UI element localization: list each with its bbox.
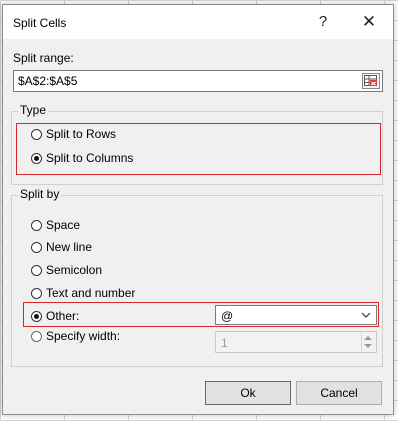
title-bar: Split Cells ? ✕ [3, 5, 393, 39]
text-and-number-option[interactable]: Text and number [31, 284, 135, 302]
new-line-radio[interactable] [31, 241, 42, 253]
other-delimiter-combo[interactable]: @ [215, 305, 377, 325]
semicolon-option[interactable]: Semicolon [31, 261, 102, 279]
ok-button[interactable]: Ok [205, 381, 291, 405]
specify-width-radio[interactable] [31, 330, 42, 342]
new-line-option[interactable]: New line [31, 238, 92, 256]
split-to-columns-label: Split to Columns [46, 151, 134, 165]
specify-width-label: Specify width: [46, 329, 121, 343]
new-line-label: New line [46, 240, 93, 254]
spin-down-icon[interactable] [364, 344, 372, 348]
other-radio[interactable] [31, 310, 42, 322]
split-to-rows-radio[interactable] [31, 128, 42, 140]
other-label: Other: [46, 309, 80, 323]
other-delimiter-value: @ [221, 309, 234, 323]
split-by-group-title: Split by [18, 187, 62, 201]
help-button[interactable]: ? [311, 11, 335, 33]
text-and-number-radio[interactable] [31, 287, 42, 299]
split-to-rows-label: Split to Rows [46, 127, 117, 141]
specify-width-option[interactable]: Specify width: [31, 327, 120, 345]
space-label: Space [46, 218, 81, 232]
chevron-down-icon[interactable] [361, 307, 371, 326]
specify-width-spinner[interactable]: 1 [215, 331, 377, 353]
split-to-rows-option[interactable]: Split to Rows [31, 125, 116, 143]
split-cells-dialog: Split Cells ? ✕ Split range: $A$2:$A$5 T… [2, 4, 394, 415]
specify-width-value: 1 [221, 336, 228, 350]
split-range-input[interactable]: $A$2:$A$5 [13, 70, 383, 92]
split-to-columns-radio[interactable] [31, 152, 42, 164]
dialog-title: Split Cells [13, 16, 67, 30]
spinner-buttons[interactable] [361, 332, 376, 352]
cancel-button[interactable]: Cancel [296, 381, 382, 405]
split-range-label: Split range: [13, 51, 74, 65]
spin-up-icon[interactable] [364, 336, 372, 340]
text-and-number-label: Text and number [46, 286, 136, 300]
semicolon-radio[interactable] [31, 264, 42, 276]
space-radio[interactable] [31, 219, 42, 231]
split-range-value: $A$2:$A$5 [18, 74, 78, 88]
other-option[interactable]: Other: [31, 307, 79, 325]
space-option[interactable]: Space [31, 216, 80, 234]
range-select-icon[interactable] [362, 73, 380, 89]
close-button[interactable]: ✕ [357, 11, 381, 33]
semicolon-label: Semicolon [46, 263, 103, 277]
split-to-columns-option[interactable]: Split to Columns [31, 149, 133, 167]
type-group-title: Type [18, 103, 49, 117]
